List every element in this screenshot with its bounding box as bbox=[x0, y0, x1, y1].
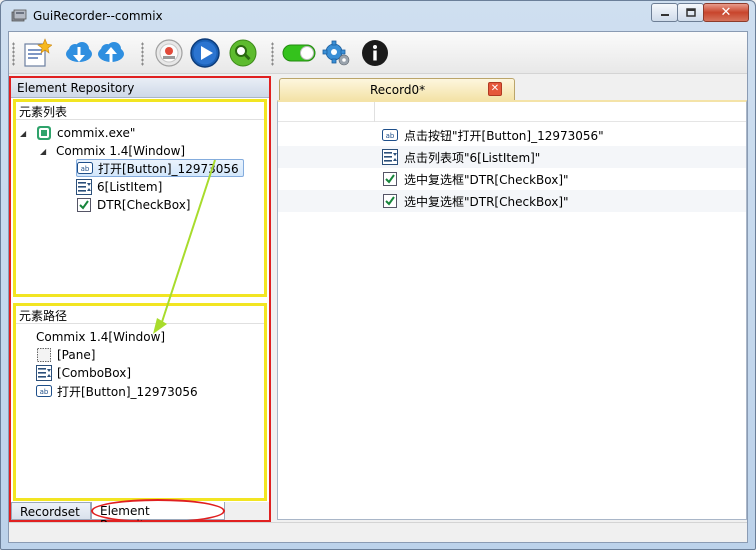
info-button[interactable] bbox=[359, 37, 391, 69]
toolbar-grip[interactable] bbox=[12, 42, 15, 66]
checkbox-icon bbox=[382, 171, 398, 187]
tab-record0-label: Record0* bbox=[370, 83, 426, 97]
svg-text:ab: ab bbox=[81, 165, 90, 173]
action-text: 点击列表项"6[ListItem]" bbox=[404, 150, 541, 165]
close-icon: ✕ bbox=[720, 5, 732, 20]
button-icon: ab bbox=[77, 160, 93, 176]
toggle-button[interactable] bbox=[281, 37, 317, 69]
tab-close-icon[interactable]: ✕ bbox=[488, 82, 502, 96]
listitem-icon bbox=[76, 179, 92, 195]
action-row[interactable]: 选中复选框"DTR[CheckBox]" bbox=[278, 190, 746, 212]
close-button[interactable]: ✕ bbox=[703, 3, 749, 22]
client-area: Element Repository 元素列表 ◢ commix.exe" ◢ … bbox=[8, 31, 748, 543]
tab-recordset[interactable]: Recordset bbox=[11, 502, 91, 520]
tree-item-commix-exe[interactable]: ◢ commix.exe" bbox=[20, 124, 135, 142]
action-text: 点击按钮"打开[Button]_12973056" bbox=[404, 128, 604, 143]
path-item-label: [ComboBox] bbox=[57, 366, 132, 380]
app-icon bbox=[11, 9, 27, 22]
grid-header bbox=[278, 102, 746, 122]
info-icon bbox=[362, 40, 388, 66]
listitem-icon bbox=[382, 149, 398, 165]
path-item-button[interactable]: ab 打开[Button]_12973056 bbox=[36, 382, 198, 400]
upload-button[interactable] bbox=[95, 37, 127, 69]
status-bar bbox=[9, 522, 747, 542]
path-item-combobox[interactable]: [ComboBox] bbox=[36, 364, 131, 382]
tab-element-repository[interactable]: Element Repository bbox=[91, 502, 225, 532]
toolbar-separator-2 bbox=[271, 42, 274, 66]
settings-button[interactable] bbox=[321, 37, 353, 69]
element-list-title: 元素列表 bbox=[16, 102, 264, 120]
play-icon bbox=[190, 38, 220, 68]
record-button[interactable] bbox=[153, 37, 185, 69]
combobox-icon bbox=[36, 365, 52, 381]
action-text: 选中复选框"DTR[CheckBox]" bbox=[404, 172, 569, 187]
toggle-on-icon bbox=[282, 44, 316, 62]
column-separator[interactable] bbox=[374, 102, 375, 122]
tab-record0[interactable]: Record0* ✕ bbox=[279, 78, 515, 100]
path-item-pane[interactable]: [Pane] bbox=[36, 346, 95, 364]
action-row[interactable]: 点击列表项"6[ListItem]" bbox=[278, 146, 746, 168]
checkbox-icon bbox=[76, 197, 92, 213]
element-repository-panel: Element Repository 元素列表 ◢ commix.exe" ◢ … bbox=[9, 76, 271, 532]
record-actions-grid: ab 点击按钮"打开[Button]_12973056" 点击列表项"6[Lis… bbox=[277, 100, 747, 520]
window-controls: ✕ bbox=[651, 3, 749, 23]
new-project-button[interactable] bbox=[21, 37, 53, 69]
settings-icon bbox=[322, 40, 350, 66]
window-title: GuiRecorder--commix bbox=[33, 9, 163, 23]
inspect-button[interactable] bbox=[227, 37, 259, 69]
svg-text:ab: ab bbox=[40, 388, 49, 396]
expand-triangle-icon[interactable]: ◢ bbox=[40, 147, 50, 156]
action-row[interactable]: ab 点击按钮"打开[Button]_12973056" bbox=[278, 124, 746, 146]
pane-icon bbox=[36, 347, 52, 363]
app-node-icon bbox=[36, 125, 52, 141]
tree-item-label: commix.exe" bbox=[57, 126, 136, 140]
app-window: GuiRecorder--commix ✕ Element Repository… bbox=[0, 0, 756, 550]
left-panel-tabs: Recordset Element Repository bbox=[11, 502, 269, 532]
path-item-label: 打开[Button]_12973056 bbox=[57, 384, 198, 399]
toolbar-separator bbox=[141, 42, 144, 66]
maximize-button[interactable] bbox=[677, 3, 704, 22]
play-button[interactable] bbox=[189, 37, 221, 69]
path-item-label: Commix 1.4[Window] bbox=[36, 330, 166, 344]
toolbar bbox=[9, 32, 747, 74]
svg-text:ab: ab bbox=[386, 132, 395, 140]
button-icon: ab bbox=[36, 383, 52, 399]
panel-header: Element Repository bbox=[11, 78, 269, 98]
action-text: 选中复选框"DTR[CheckBox]" bbox=[404, 194, 569, 209]
annotation-arrow bbox=[153, 159, 216, 334]
record-icon bbox=[155, 39, 183, 67]
maximize-icon bbox=[685, 8, 696, 17]
inspect-icon bbox=[229, 39, 257, 67]
checkbox-icon bbox=[382, 193, 398, 209]
document-tabbar: Record0* ✕ bbox=[277, 76, 747, 100]
download-button[interactable] bbox=[63, 37, 95, 69]
title-bar[interactable]: GuiRecorder--commix ✕ bbox=[1, 1, 755, 31]
download-cloud-icon bbox=[66, 42, 92, 62]
minimize-button[interactable] bbox=[651, 3, 678, 22]
upload-cloud-icon bbox=[98, 42, 124, 62]
new-project-icon bbox=[24, 38, 52, 67]
expand-triangle-icon[interactable]: ◢ bbox=[20, 129, 30, 138]
path-item-label: [Pane] bbox=[57, 348, 96, 362]
path-item-window[interactable]: Commix 1.4[Window] bbox=[36, 328, 165, 346]
minimize-icon bbox=[660, 13, 669, 16]
action-row[interactable]: 选中复选框"DTR[CheckBox]" bbox=[278, 168, 746, 190]
button-icon: ab bbox=[382, 127, 398, 143]
